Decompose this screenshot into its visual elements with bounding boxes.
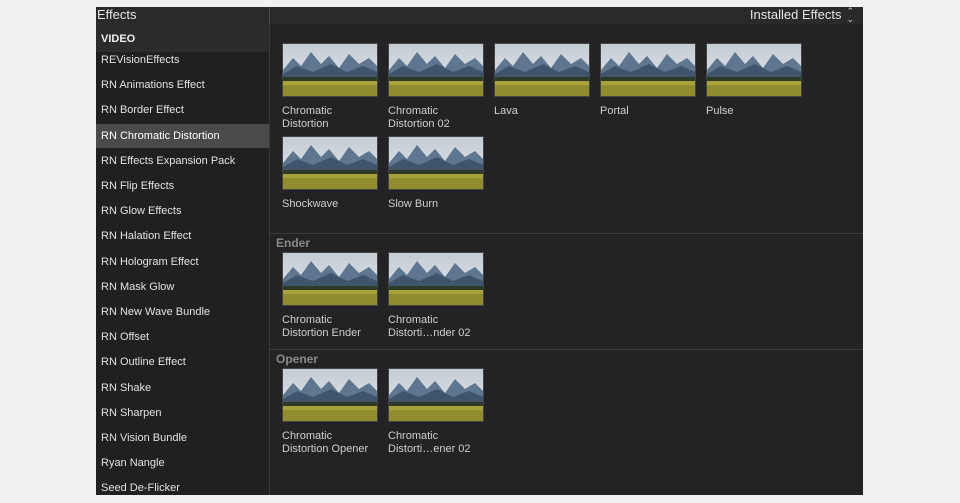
sidebar-item[interactable]: RN Chromatic Distortion — [96, 123, 269, 148]
effect-thumbnail — [282, 136, 378, 190]
sidebar-item[interactable]: REVisionEffects — [96, 48, 269, 72]
effect-name: Portal — [600, 105, 629, 117]
effect-tile[interactable]: Chromatic Distortion Ender — [282, 252, 378, 340]
sidebar-item[interactable]: RN Effects Expansion Pack — [96, 149, 269, 173]
window-title: Effects — [97, 7, 137, 22]
effects-browser: Effects Installed Effects ⌃ ⌄ VIDEO REVis… — [96, 7, 863, 495]
sidebar-item[interactable]: RN Animations Effect — [96, 73, 269, 97]
effect-thumbnail — [282, 368, 378, 422]
effect-name: Chromatic Distorti…nder 02 — [388, 314, 471, 339]
effect-tile[interactable]: Chromatic Distorti…nder 02 — [388, 252, 484, 340]
effect-tile[interactable]: Chromatic Distortion 02 — [388, 43, 484, 131]
effect-thumbnail — [282, 43, 378, 97]
effect-name: Chromatic Distortion Ender — [282, 314, 361, 339]
sidebar-item[interactable]: RN Border Effect — [96, 98, 269, 122]
sidebar-item[interactable]: RN Mask Glow — [96, 275, 269, 299]
effects-grid: Chromatic Distortion Chromatic Distortion… — [270, 24, 863, 495]
effect-tile[interactable]: Shockwave — [282, 136, 378, 211]
title-bar: Effects Installed Effects ⌃ ⌄ — [96, 7, 863, 24]
sidebar-item[interactable]: Ryan Nangle — [96, 451, 269, 475]
effect-thumbnail — [388, 252, 484, 306]
effect-name: Chromatic Distorti…ener 02 — [388, 430, 471, 455]
sidebar-item[interactable]: RN Shake — [96, 376, 269, 400]
sidebar-item[interactable]: RN Flip Effects — [96, 174, 269, 198]
effect-tile[interactable]: Portal — [600, 43, 696, 118]
sidebar-item[interactable]: RN New Wave Bundle — [96, 300, 269, 324]
effect-name: Lava — [494, 105, 518, 117]
effect-thumbnail — [388, 43, 484, 97]
sidebar-item[interactable]: RN Vision Bundle — [96, 426, 269, 450]
effect-tile[interactable]: Chromatic Distortion — [282, 43, 378, 131]
sidebar-item[interactable]: RN Halation Effect — [96, 224, 269, 248]
sidebar-item[interactable]: RN Glow Effects — [96, 199, 269, 223]
sidebar-item[interactable]: RN Offset — [96, 325, 269, 349]
effect-name: Slow Burn — [388, 198, 439, 210]
effect-thumbnail — [388, 368, 484, 422]
effect-tile[interactable]: Chromatic Distorti…ener 02 — [388, 368, 484, 456]
sidebar-item[interactable]: RN Hologram Effect — [96, 250, 269, 274]
effect-thumbnail — [494, 43, 590, 97]
effect-thumbnail — [706, 43, 802, 97]
sidebar-item[interactable]: Seed De-Flicker — [96, 476, 269, 495]
section-divider — [270, 349, 863, 350]
group-heading: Opener — [276, 352, 319, 366]
installed-effects-dropdown[interactable]: Installed Effects ⌃ ⌄ — [749, 7, 854, 24]
effect-name: Pulse — [706, 105, 734, 117]
installed-effects-label: Installed Effects — [749, 7, 842, 22]
effect-thumbnail — [600, 43, 696, 97]
effect-tile[interactable]: Slow Burn — [388, 136, 484, 211]
effect-tile[interactable]: Pulse — [706, 43, 802, 118]
effect-name: Chromatic Distortion 02 — [388, 105, 450, 130]
updown-chevron-icon: ⌃ ⌄ — [846, 7, 854, 24]
sidebar-item[interactable]: RN Outline Effect — [96, 350, 269, 374]
effect-thumbnail — [388, 136, 484, 190]
effect-tile[interactable]: Chromatic Distortion Opener — [282, 368, 378, 456]
title-divider — [269, 7, 270, 24]
effect-tile[interactable]: Lava — [494, 43, 590, 118]
effect-name: Shockwave — [282, 198, 339, 210]
section-divider — [270, 233, 863, 234]
effect-thumbnail — [282, 252, 378, 306]
effect-name: Chromatic Distortion Opener — [282, 430, 369, 455]
effect-name: Chromatic Distortion — [282, 105, 333, 130]
category-sidebar: VIDEO REVisionEffects RN Animations Effec… — [96, 24, 270, 495]
sidebar-item[interactable]: RN Sharpen — [96, 401, 269, 425]
group-heading: Ender — [276, 236, 311, 250]
